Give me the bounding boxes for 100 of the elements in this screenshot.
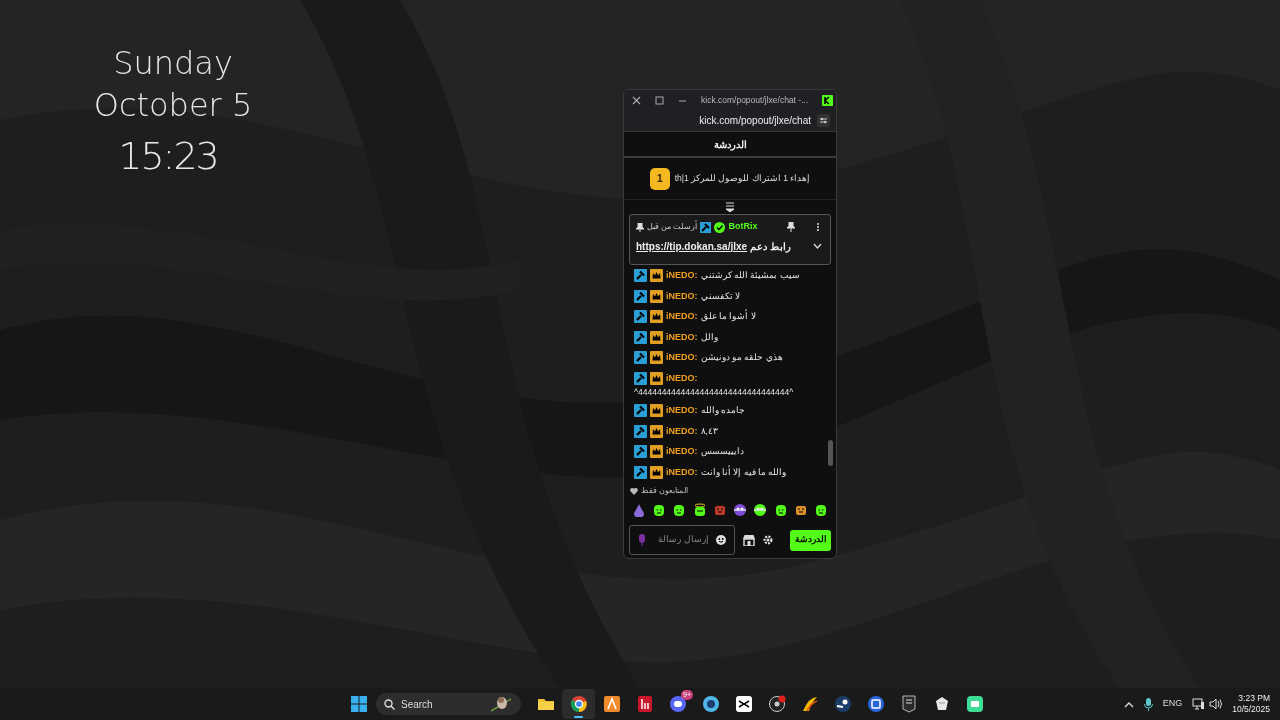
emote-icon[interactable] [692,503,707,517]
app-icon [866,695,885,713]
message-text: جامده والله [700,403,745,417]
network-icon[interactable] [1192,698,1206,710]
moderator-icon [634,424,647,438]
message-text: والل [700,330,718,344]
emote-icon[interactable] [652,503,667,517]
sent-by-label: أرسلت من قبل [647,221,698,233]
crown-icon [650,465,663,479]
app-icon [734,695,753,713]
pinned-message-text: رابط دعم [750,239,791,254]
emoji-icon[interactable] [716,535,726,545]
link[interactable]: https://tip.dokan.sa/jlxe [636,238,748,254]
window-title: kick.com/popout/jlxe/chat -... [701,93,809,107]
store-icon[interactable] [743,534,755,546]
username[interactable]: iNEDO: [666,402,698,417]
chat-app-icon [668,695,687,713]
settings-icon[interactable] [817,114,830,127]
username[interactable]: BotRix [728,220,758,234]
heart-icon [630,487,638,495]
pin-icon [636,222,644,232]
scroll-down-icon[interactable] [725,202,735,212]
send-button[interactable]: الدردشة [790,529,831,551]
browser-icon [569,695,588,713]
emote-icon[interactable] [753,503,768,517]
expand-icon[interactable] [813,243,822,249]
moderator-icon [634,351,647,365]
moderator-icon [634,371,647,385]
crown-icon [650,403,663,417]
message-input[interactable]: إرسال رسالة [653,533,709,547]
message-text: لا تكفسني [700,289,740,303]
message-text: دايييسسس [700,445,744,459]
emote-icon[interactable] [813,503,828,517]
message-text: سيب بمشيئة الله كرشتني [700,269,800,282]
gift-banner-text: th|إهداء 1 اشتراك للوصول للمركز 1 [674,172,811,185]
settings-icon[interactable] [763,535,773,545]
username[interactable]: iNEDO: [666,350,698,365]
logo-icon [822,94,834,106]
emote-icon[interactable] [793,503,808,517]
clock-time[interactable]: 3:23 PM [1238,693,1270,704]
clock-time: 15:23 [118,133,218,180]
emote-icon[interactable] [773,503,788,517]
crown-icon [650,289,663,303]
username[interactable]: iNEDO: [666,423,698,438]
app-icon [800,695,819,713]
search-placeholder: Search [401,697,434,712]
username[interactable]: iNEDO: [666,464,698,479]
crown-icon [650,310,663,324]
username[interactable]: iNEDO: [666,370,698,385]
more-icon[interactable] [816,222,820,232]
clock-date: October 5 [93,85,253,126]
username[interactable]: iNEDO: [666,288,698,303]
app-icon [701,695,720,713]
message-text: ^44444444444444444444444444444444^ [634,385,794,399]
moderator-icon [634,465,647,479]
message-text: هذي حلقه مو دونيشن [700,351,783,365]
clock-day: Sunday [113,42,233,84]
moderator-icon [634,403,647,417]
message-text: ٨,٤٣ [700,424,718,438]
moderator-icon [634,289,647,303]
bird-drawing [489,695,513,713]
windows-start-icon[interactable] [350,695,368,713]
app-icon [602,695,621,713]
message-text: لا أشوا ما علق [700,309,756,324]
game-launcher-icon [833,695,852,713]
username[interactable]: iNEDO: [666,329,698,344]
crown-icon [650,330,663,344]
verified-icon [714,221,726,233]
clock-date[interactable]: 10/5/2025 [1232,704,1270,715]
username[interactable]: iNEDO: [666,309,698,324]
crown-icon [650,269,663,282]
unpin-icon[interactable] [787,222,795,232]
crown-icon [650,351,663,365]
game-store-icon [899,695,918,713]
volume-icon[interactable] [1209,698,1223,710]
message-text: والله ما فيه إلا أنا وانت [700,464,787,479]
crown-icon [650,445,663,459]
username[interactable]: iNEDO: [666,268,698,282]
crown-icon [650,371,663,385]
emote-icon[interactable] [733,503,748,517]
scrollbar-thumb[interactable] [828,440,833,466]
taskbar-app[interactable] [562,689,595,719]
moderator-icon [634,269,647,282]
moderator-icon [634,310,647,324]
search-field[interactable]: Search [376,693,521,715]
gavel-icon [700,221,712,233]
language-indicator[interactable]: ENG [1162,697,1183,711]
app-icon [965,695,984,713]
moderator-icon [634,330,647,344]
username[interactable]: iNEDO: [666,444,698,459]
emote-icon[interactable] [672,503,687,517]
moderator-icon [634,445,647,459]
search-icon [384,698,395,710]
microphone-icon[interactable] [1143,697,1153,711]
rank-badge: 1 [649,167,670,190]
app-icon [635,695,654,713]
active-indicator [574,716,583,718]
chevron-up-icon[interactable] [1123,700,1134,708]
maximize-icon[interactable] [655,95,664,105]
close-icon[interactable] [632,95,641,105]
